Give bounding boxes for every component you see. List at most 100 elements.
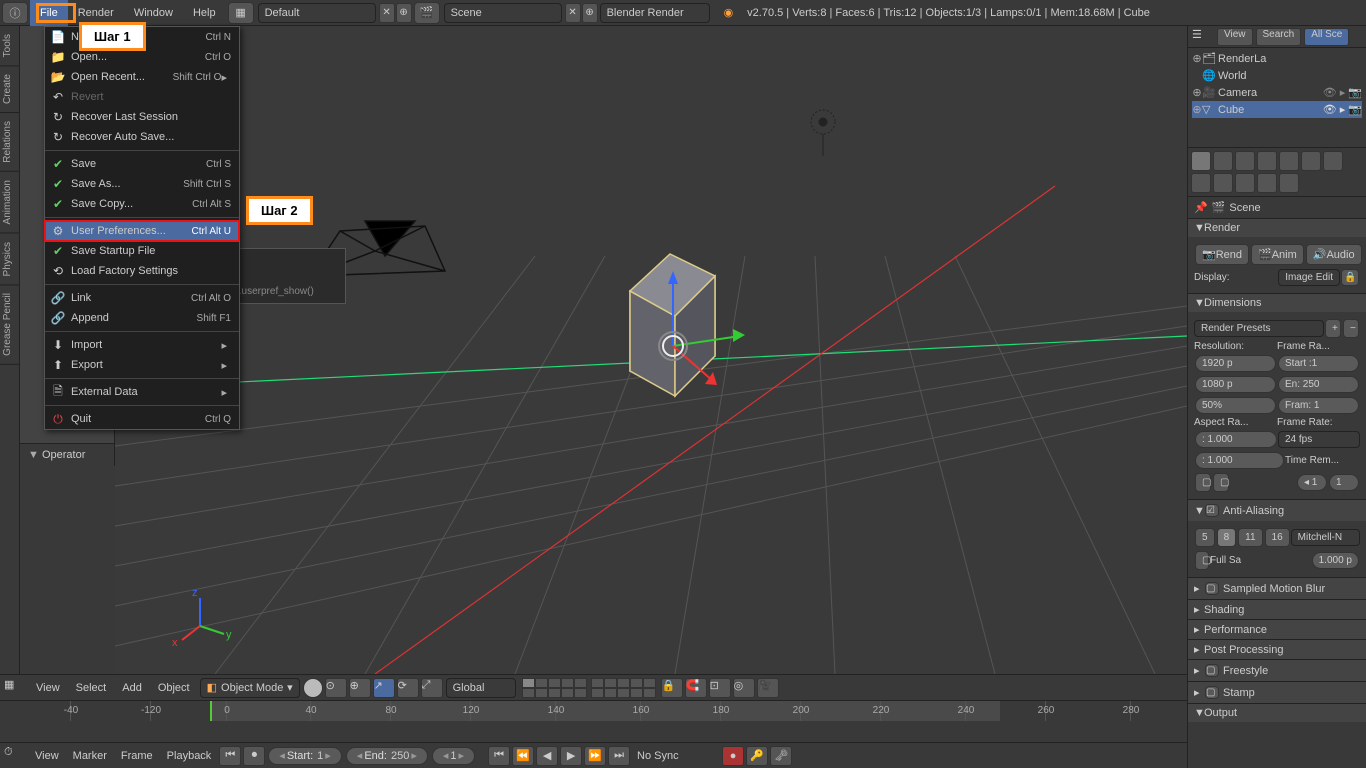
prop-tab-constraints[interactable] xyxy=(1301,151,1321,171)
menu-item-link[interactable]: 🔗LinkCtrl Alt O xyxy=(45,288,239,308)
preset-add-button[interactable]: + xyxy=(1325,319,1341,338)
prop-tab-material[interactable] xyxy=(1213,173,1233,193)
play-rev-button[interactable]: ◀ xyxy=(536,746,558,766)
add-layout-button[interactable]: ✕ xyxy=(379,3,395,23)
outliner-editor-icon[interactable]: ☰ xyxy=(1192,28,1214,46)
range-button[interactable]: ⏮ xyxy=(219,746,241,766)
current-frame-field[interactable]: ◂1▸ xyxy=(432,747,475,765)
layer-buttons[interactable] xyxy=(522,678,656,698)
menu-item-recover-auto[interactable]: ↻Recover Auto Save... xyxy=(45,127,239,147)
render-anim-button[interactable]: 🎬Anim xyxy=(1251,244,1304,265)
aa-16-button[interactable]: 16 xyxy=(1265,528,1290,547)
aa-11-button[interactable]: 11 xyxy=(1238,528,1262,547)
aspect-x-field[interactable]: : 1.000 xyxy=(1195,431,1277,448)
prop-tab-object[interactable] xyxy=(1279,151,1299,171)
crop-check[interactable]: ▢ xyxy=(1213,473,1229,492)
lock-interface-button[interactable]: 🔒 xyxy=(1341,269,1359,286)
tab-grease-pencil[interactable]: Grease Pencil xyxy=(0,285,19,365)
render-preview-button[interactable]: 🎥 xyxy=(757,678,779,698)
key-delete-button[interactable]: 🗝 xyxy=(770,746,792,766)
panel-aa-header[interactable]: ▼☑Anti-Aliasing xyxy=(1188,500,1366,521)
menu-item-load-factory[interactable]: ⟲Load Factory Settings xyxy=(45,261,239,281)
record-button[interactable]: ● xyxy=(722,746,744,766)
screen-layout-combo[interactable]: Default xyxy=(258,3,376,23)
manip-scale[interactable]: ⤢ xyxy=(421,678,443,698)
aa-check[interactable]: ☑ xyxy=(1205,504,1219,517)
frame-start-field[interactable]: Start :1 xyxy=(1278,355,1359,372)
fps-combo[interactable]: 24 fps xyxy=(1278,431,1360,448)
playhead[interactable] xyxy=(210,701,212,721)
menu-item-export[interactable]: ⬆Export▸ xyxy=(45,355,239,375)
frame-step-field[interactable]: Fram: 1 xyxy=(1278,397,1359,414)
prev-key-button[interactable]: ⏪ xyxy=(512,746,534,766)
frame-end-field[interactable]: En: 250 xyxy=(1278,376,1359,393)
panel-smb-header[interactable]: ▸▢Sampled Motion Blur xyxy=(1188,578,1366,599)
timeline[interactable]: -40-12004080120140160180200220240260280 xyxy=(0,700,1187,742)
tl-menu-view[interactable]: View xyxy=(28,750,66,762)
snap-type-button[interactable]: ⊡ xyxy=(709,678,731,698)
render-presets-combo[interactable]: Render Presets xyxy=(1194,320,1324,337)
timeline-editor-icon[interactable]: ⏱ xyxy=(4,746,28,766)
outliner-row[interactable]: ⊕🎥Camera👁 ▸ 📷 xyxy=(1192,84,1362,101)
menu-help[interactable]: Help xyxy=(183,0,226,26)
shading-solid-button[interactable] xyxy=(303,678,323,698)
panel-freestyle-header[interactable]: ▸▢Freestyle xyxy=(1188,660,1366,681)
prop-tab-scene[interactable] xyxy=(1235,151,1255,171)
vp-menu-select[interactable]: Select xyxy=(68,682,115,694)
aspect-y-field[interactable]: : 1.000 xyxy=(1195,452,1284,469)
outliner-view-btn[interactable]: View xyxy=(1217,28,1253,46)
operator-panel-header[interactable]: ▼ Operator xyxy=(20,443,114,466)
editor-type-icon[interactable]: ▦ xyxy=(4,678,28,698)
panel-stamp-header[interactable]: ▸▢Stamp xyxy=(1188,682,1366,703)
proportional-button[interactable]: ◎ xyxy=(733,678,755,698)
new-field[interactable]: 1 xyxy=(1329,474,1359,491)
outliner[interactable]: ☰ View Search All Sce ⊕🗂RenderLa 🌐World … xyxy=(1188,26,1366,148)
res-y-field[interactable]: 1080 p xyxy=(1195,376,1276,393)
prop-tab-physics[interactable] xyxy=(1279,173,1299,193)
prop-tab-modifiers[interactable] xyxy=(1323,151,1343,171)
tl-menu-frame[interactable]: Frame xyxy=(114,750,160,762)
prop-tab-data[interactable] xyxy=(1191,173,1211,193)
auto-key-button[interactable]: ⏺ xyxy=(243,746,265,766)
menu-item-user-preferences[interactable]: ⚙User Preferences...Ctrl Alt U xyxy=(45,221,239,241)
preset-del-button[interactable]: − xyxy=(1343,319,1359,338)
res-x-field[interactable]: 1920 p xyxy=(1195,355,1276,372)
menu-item-import[interactable]: ⬇Import▸ xyxy=(45,335,239,355)
aa-8-button[interactable]: 8 xyxy=(1217,528,1237,547)
sync-combo[interactable]: No Sync xyxy=(631,747,711,765)
scene-combo[interactable]: Scene xyxy=(444,3,562,23)
jump-start-button[interactable]: ⏮ xyxy=(488,746,510,766)
orientation-combo[interactable]: Global xyxy=(446,678,516,698)
prop-tab-texture[interactable] xyxy=(1235,173,1255,193)
tl-menu-marker[interactable]: Marker xyxy=(66,750,114,762)
del-layout-button[interactable]: ⊕ xyxy=(396,3,412,23)
vp-menu-view[interactable]: View xyxy=(28,682,68,694)
end-frame-field[interactable]: ◂End:250▸ xyxy=(346,747,428,765)
menu-item-append[interactable]: 🔗AppendShift F1 xyxy=(45,308,239,328)
display-combo[interactable]: Image Edit xyxy=(1278,269,1340,286)
lock-camera-button[interactable]: 🔒 xyxy=(661,678,683,698)
menu-item-external-data[interactable]: 🗎External Data▸ xyxy=(45,382,239,402)
outliner-filter-btn[interactable]: All Sce xyxy=(1304,28,1349,46)
panel-post-header[interactable]: ▸Post Processing xyxy=(1188,640,1366,659)
play-button[interactable]: ▶ xyxy=(560,746,582,766)
menu-item-quit[interactable]: ⏻QuitCtrl Q xyxy=(45,409,239,429)
menu-item-save-copy[interactable]: ✔Save Copy...Ctrl Alt S xyxy=(45,194,239,214)
vp-menu-add[interactable]: Add xyxy=(114,682,150,694)
smb-check[interactable]: ▢ xyxy=(1205,582,1219,595)
outliner-search-btn[interactable]: Search xyxy=(1256,28,1302,46)
tab-tools[interactable]: Tools xyxy=(0,26,19,66)
stamp-check[interactable]: ▢ xyxy=(1205,686,1219,699)
outliner-row[interactable]: 🌐World xyxy=(1192,67,1362,84)
prop-tab-renderlayers[interactable] xyxy=(1213,151,1233,171)
border-check[interactable]: ▢ xyxy=(1195,473,1211,492)
tl-menu-playback[interactable]: Playback xyxy=(160,750,219,762)
manip-translate[interactable]: ↗ xyxy=(373,678,395,698)
freestyle-check[interactable]: ▢ xyxy=(1205,664,1219,677)
panel-shading-header[interactable]: ▸Shading xyxy=(1188,600,1366,619)
manipulator-toggle[interactable]: ⊕ xyxy=(349,678,371,698)
del-scene-button[interactable]: ⊕ xyxy=(582,3,598,23)
aa-5-button[interactable]: 5 xyxy=(1195,528,1215,547)
pivot-button[interactable]: ⊙ xyxy=(325,678,347,698)
tab-relations[interactable]: Relations xyxy=(0,113,19,172)
